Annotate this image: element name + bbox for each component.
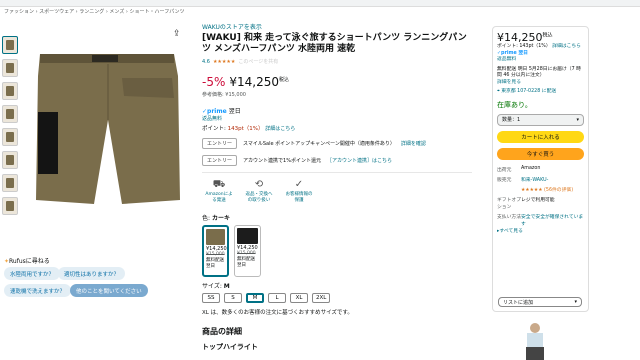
product-main-image[interactable] xyxy=(22,28,192,218)
size-option[interactable]: XL xyxy=(290,293,308,303)
thumbnail[interactable] xyxy=(2,82,18,100)
thumbnail[interactable] xyxy=(2,197,18,215)
color-swatch[interactable]: ¥14,250 ¥15,000 無料配送 翌日 xyxy=(234,225,261,277)
free-returns-link[interactable]: 返品無料 xyxy=(497,57,584,64)
buy-box: ¥14,250税込 ポイント: 143pt（1%） 詳細はこちら ✓prime … xyxy=(492,26,589,312)
delivery-details-link[interactable]: 詳細を見る xyxy=(497,80,584,87)
rufus-chip[interactable]: 速乾機で洗えますか？ xyxy=(4,284,72,297)
size-option[interactable]: L xyxy=(268,293,286,303)
breadcrumb[interactable]: ファッション › スポーツウェア › ランニング › メンズ › ショート・ハー… xyxy=(4,8,184,15)
feature-icons: ⛟ Amazonによる発送 ⟲ 返品・交換への取り扱い ✓ お客様情報の保護 xyxy=(204,179,472,203)
thumbnail-strip xyxy=(2,36,18,220)
color-label: 色: カーキ xyxy=(202,215,230,222)
browser-topbar xyxy=(0,0,640,7)
size-options: SS S M L XL 2XL xyxy=(202,293,472,303)
thumbnail[interactable] xyxy=(2,105,18,123)
thumbnail[interactable] xyxy=(2,174,18,192)
size-option[interactable]: S xyxy=(224,293,242,303)
share-icon[interactable]: ⇪ xyxy=(173,29,181,39)
share-link[interactable]: このページを共有 xyxy=(238,58,278,65)
size-option[interactable]: M xyxy=(246,293,264,303)
price: ¥14,250税込 xyxy=(229,75,290,89)
color-options: ¥14,250 ¥15,000 無料配送 翌日 ¥14,250 ¥15,000 … xyxy=(202,225,472,277)
product-info: WAKUのストアを表示 [WAKU] 和来 走って泳ぐ旅するショートパンツ ラン… xyxy=(202,22,472,352)
see-all-link[interactable]: ▸すべて見る xyxy=(497,229,584,236)
rufus-heading: ✦Rufusに尋ねる xyxy=(4,258,50,265)
size-option[interactable]: SS xyxy=(202,293,220,303)
product-title: [WAKU] 和来 走って泳ぐ旅するショートパンツ ランニングパンツ メンズハー… xyxy=(202,33,467,54)
size-option[interactable]: 2XL xyxy=(312,293,331,303)
promotion-row: エントリー アカウント連携で1%ポイント還元 ［アカウント連携］はこちら xyxy=(202,155,472,166)
color-swatch[interactable]: ¥14,250 ¥15,000 無料配送 翌日 xyxy=(202,225,229,277)
quantity-select[interactable]: 数量：1 ▾ xyxy=(497,113,584,126)
rating-value: 4.6 xyxy=(202,58,210,65)
store-link[interactable]: WAKUのストアを表示 xyxy=(202,22,472,31)
discount-percent: -5% xyxy=(202,75,226,89)
rufus-ask-button[interactable]: 他のことを聞いてください xyxy=(70,284,148,297)
truck-icon[interactable]: ⛟ Amazonによる発送 xyxy=(204,179,234,203)
points-row: ポイント: 143pt（1%） 詳細はこちら xyxy=(202,126,296,132)
thumbnail[interactable] xyxy=(2,36,18,54)
buybox-points: ポイント: 143pt（1%） 詳細はこちら xyxy=(497,44,581,49)
thumbnail[interactable] xyxy=(2,59,18,77)
chevron-down-icon: ▾ xyxy=(576,116,579,123)
delivery-info: 無料配送 明日 5月28日にお届け（7 時間 46 分以内に注文） xyxy=(497,66,581,79)
thumbnail[interactable] xyxy=(2,151,18,169)
entry-button[interactable]: エントリー xyxy=(202,138,238,149)
thumbnail[interactable] xyxy=(2,128,18,146)
chevron-down-icon: ▾ xyxy=(574,299,577,305)
sponsored-product-image[interactable] xyxy=(510,322,560,360)
buy-now-button[interactable]: 今すぐ買う xyxy=(497,147,584,160)
promotion-row: エントリー スマイルSale ポイントアップキャンペーン開催中（適用条件あり） … xyxy=(202,138,472,149)
buybox-price: ¥14,250税込 xyxy=(497,31,553,44)
rating-row: 4.6 ★★★★★ このページを共有 xyxy=(202,58,472,66)
price-row: -5% ¥14,250税込 xyxy=(202,75,472,89)
section-heading: トップハイライト xyxy=(202,343,258,351)
section-heading: 商品の詳細 xyxy=(202,327,242,336)
add-to-list-select[interactable]: リストに追加 ▾ xyxy=(498,297,582,307)
size-label: サイズ: M xyxy=(202,283,230,290)
star-rating-icon[interactable]: ★★★★★ xyxy=(213,59,235,65)
free-returns-link[interactable]: 返品無料 xyxy=(202,115,472,122)
size-recommendation: XL は、数多くのお客様の注文に基づくおすすめサイズです。 xyxy=(202,310,353,316)
add-to-cart-button[interactable]: カートに入れる xyxy=(497,130,584,143)
reference-price: 参考価格: ¥15,000 xyxy=(202,92,246,98)
entry-button[interactable]: エントリー xyxy=(202,155,238,166)
prime-badge: ✓prime 翌日 xyxy=(202,108,241,115)
stock-status: 在庫あり。 xyxy=(497,100,532,109)
rufus-chip[interactable]: 水陸両用ですか？ xyxy=(4,267,61,280)
divider xyxy=(202,172,472,173)
seller-info: 出荷元 Amazon 販売元 和来-WAKU- ★★★★★ (56件の評価) ギフト… xyxy=(497,165,584,227)
return-icon[interactable]: ⟲ 返品・交換への取り扱い xyxy=(244,179,274,203)
secure-icon[interactable]: ✓ お客様情報の保護 xyxy=(284,179,314,203)
rufus-chip[interactable]: 適切性はありますか？ xyxy=(58,267,126,280)
location-link[interactable]: ⌖ 東京都 107-0228 に配送 xyxy=(497,89,584,96)
